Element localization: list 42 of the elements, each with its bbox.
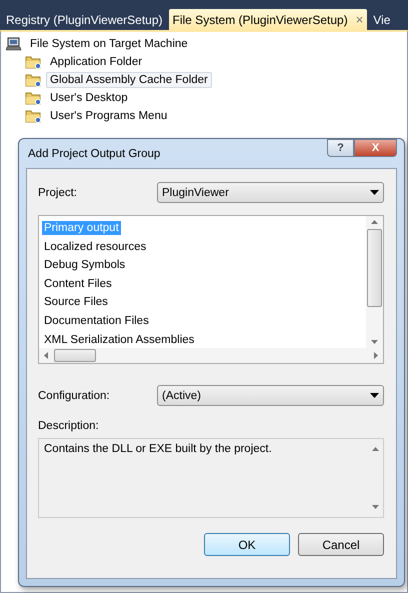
list-item[interactable]: Debug Symbols: [42, 258, 128, 272]
dialog-button[interactable]: Cancel: [298, 533, 384, 556]
description-text: Contains the DLL or EXE built by the project.: [44, 443, 272, 457]
field-label: Description:: [38, 420, 100, 432]
tree-item[interactable]: Application Folder: [46, 54, 146, 70]
dialog-title: Add Project Output Group: [27, 148, 160, 160]
caret-icon: [370, 190, 379, 195]
left-arrow-icon[interactable]: [43, 352, 50, 359]
list-item[interactable]: Content Files: [42, 276, 114, 291]
down-arrow-icon[interactable]: [372, 504, 379, 511]
help-button[interactable]: ?: [327, 139, 354, 157]
horizontal-scrollbar[interactable]: [39, 348, 383, 363]
up-arrow-icon[interactable]: [372, 445, 379, 452]
folder-icon: [25, 73, 42, 87]
folder-icon: [25, 55, 42, 69]
computer-icon: [6, 37, 22, 51]
right-arrow-icon[interactable]: [372, 352, 379, 359]
field-label: Project:: [38, 186, 78, 198]
list-item[interactable]: XML Serialization Assemblies: [42, 332, 196, 347]
folder-icon: [25, 91, 42, 105]
configuration-dropdown[interactable]: (Active): [157, 385, 384, 406]
scrollbar-thumb[interactable]: [367, 229, 382, 307]
down-arrow-icon[interactable]: [371, 339, 378, 346]
close-icon[interactable]: ×: [356, 12, 364, 27]
list-item[interactable]: Localized resources: [42, 240, 148, 254]
document-tab[interactable]: File System (PluginViewerSetup) ×: [168, 9, 368, 30]
list-item[interactable]: Source Files: [42, 295, 110, 310]
tree-item[interactable]: Global Assembly Cache Folder: [46, 72, 212, 88]
scrollbar-thumb[interactable]: [54, 349, 96, 362]
up-arrow-icon[interactable]: [371, 218, 378, 225]
tree-item[interactable]: User's Programs Menu: [46, 108, 172, 124]
document-tab[interactable]: Vie: [369, 9, 394, 30]
dialog-button[interactable]: OK: [204, 533, 290, 556]
caret-icon: [370, 393, 379, 398]
list-item[interactable]: Documentation Files: [42, 314, 151, 328]
field-label: Configuration:: [38, 390, 111, 402]
folder-icon: [25, 109, 42, 123]
vertical-scrollbar[interactable]: [366, 216, 383, 348]
document-tab[interactable]: Registry (PluginViewerSetup): [2, 9, 167, 30]
project-dropdown[interactable]: PluginViewer: [157, 182, 384, 203]
tree-item[interactable]: User's Desktop: [46, 90, 132, 106]
tree-item[interactable]: File System on Target Machine: [26, 36, 192, 52]
